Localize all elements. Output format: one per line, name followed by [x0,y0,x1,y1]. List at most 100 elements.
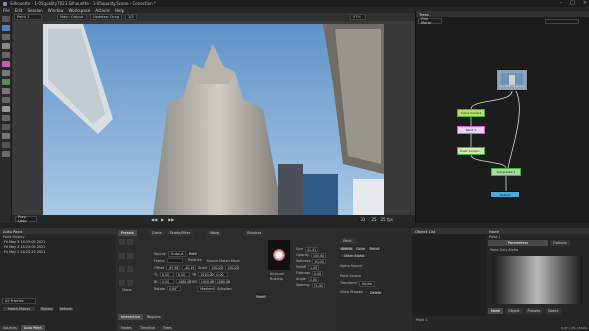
menu-actions[interactable]: Actions [95,8,110,13]
zoom-select[interactable]: 57% [350,14,366,20]
tab-auto-paint[interactable]: Auto Paint [20,325,45,331]
transform-tool-icon[interactable] [2,25,10,31]
frame-field[interactable] [166,258,183,263]
rotate-field[interactable]: 0.00° [167,286,182,291]
tab-sources[interactable]: Sources [0,325,20,331]
paint-brush-icon[interactable] [2,61,10,67]
tab-object[interactable]: Object [505,308,523,314]
dodge-tool-icon[interactable] [2,106,10,112]
menu-workspace[interactable]: Workspace [69,8,91,13]
hold-button[interactable]: Hold [187,251,198,256]
tl-x-field[interactable]: 0.00 [159,272,174,277]
play-mode-select[interactable]: Play: Loop [15,215,37,223]
buildup-checkbox[interactable]: Buildup [270,277,284,281]
viewer[interactable] [12,21,415,222]
scale-y-field[interactable]: 100.00 [225,265,240,270]
tab-regions[interactable]: Regions [143,314,164,320]
clone-tool-icon[interactable] [2,70,10,76]
tab-brushes[interactable]: Brushes [244,230,265,236]
burn-tool-icon[interactable] [2,115,10,121]
tab-options[interactable]: Options [550,240,570,246]
preset-swatch[interactable] [127,279,133,286]
select-tool-icon[interactable] [2,16,10,22]
tr-x-field[interactable]: 1920.00 [198,272,214,277]
size-field[interactable]: 41.41 [304,247,319,252]
reset-button[interactable]: Reset [254,294,268,299]
airbrush-checkbox[interactable]: Airbrush [270,272,284,276]
update-select[interactable]: Updates: Drag [90,14,122,20]
zoom-tool-icon[interactable] [2,124,10,130]
color-mode-button[interactable]: Color [354,246,367,251]
preset-swatch[interactable] [127,252,133,259]
transform-select[interactable]: Alpha [358,281,376,287]
menu-session[interactable]: Session [27,8,42,13]
br-x-field[interactable]: 1920.00 [198,279,214,284]
subpixel-checkbox[interactable]: Subpixel [217,287,231,291]
preset-swatch[interactable] [127,239,133,245]
preset-swatch[interactable] [127,266,133,272]
scale-x-field[interactable]: 100.00 [209,265,224,270]
menu-edit[interactable]: Edit [15,8,23,13]
offset-y-field[interactable]: -40.19 [182,265,197,270]
object-item[interactable]: Paint 1 [412,316,486,324]
relative-checkbox[interactable]: Relative [188,258,202,262]
close-icon[interactable]: × [583,0,587,6]
tab-nodes[interactable]: Nodes [118,325,135,331]
tab-warp[interactable]: Warp [207,230,223,236]
tab-trees[interactable]: Trees [159,325,175,331]
opacity-field[interactable]: 100.00 [311,253,327,258]
tab-presets-bottom[interactable]: Presets [524,308,544,314]
tracker-tool-icon[interactable] [2,151,10,157]
smudge-tool-icon[interactable] [2,88,10,94]
output-select[interactable]: Main: Output [57,14,87,20]
detail-mode-button[interactable]: Detail [368,246,381,251]
tl-y-field[interactable]: 0.00 [175,272,190,277]
spacing-field[interactable]: 75.00 [311,283,325,288]
replay-button[interactable]: Replay [39,306,55,312]
menu-window[interactable]: Window [48,8,64,13]
layer-select[interactable]: Paint 1 [14,14,42,20]
show-shapes-checkbox[interactable]: Show Shapes [340,290,363,295]
rewind-icon[interactable]: ◀◀ [151,217,157,222]
shape-tool-icon[interactable] [2,34,10,40]
blur-tool-icon[interactable] [2,97,10,103]
history-item[interactable]: Fri May 5 14:23:25 2021 [4,250,116,255]
source-select[interactable]: Output [167,250,186,257]
softness-field[interactable]: 50.00 [312,259,326,264]
xspline-tool-icon[interactable] [2,52,10,58]
angle-field[interactable]: 0.00 [307,277,319,282]
brush-preview[interactable] [268,240,290,270]
tab-parameters[interactable]: Parameters [488,240,548,246]
preset-swatch[interactable] [119,252,125,259]
tab-grade-filter[interactable]: Grade/Filter [166,230,194,236]
br-y-field[interactable]: 1080.00 [214,279,230,284]
other-alpha-button[interactable]: Other Alpha [340,253,368,258]
eyedropper-icon[interactable] [2,142,10,148]
fast-forward-icon[interactable]: ▶▶ [168,217,174,222]
eraser-icon[interactable] [2,79,10,85]
tab-presets[interactable]: Presets [118,230,137,236]
end-frame[interactable]: 25 [371,217,376,222]
tr-y-field[interactable]: 0.00 [214,272,229,277]
frames-select[interactable]: All Frames [2,298,36,304]
flatness-field[interactable]: 0.00 [312,271,324,276]
bspline-tool-icon[interactable] [2,43,10,49]
blend-select[interactable]: Masked [197,285,216,292]
source-match-move-label[interactable]: Source Match Move [207,259,240,263]
paint-only-alpha-field[interactable]: Paint Only Alpha [486,246,589,254]
tab-notes[interactable]: Notes [545,308,562,314]
menu-file[interactable]: File [3,8,10,13]
preset-swatch[interactable] [119,239,125,245]
bl-x-field[interactable]: 0.00 [160,279,175,284]
bl-y-field[interactable]: 1080.00 [176,279,191,284]
tab-clone[interactable]: Clone [148,230,165,236]
delete-button[interactable]: Delete [368,290,383,295]
match-moves-button[interactable]: Match Moves [2,306,36,312]
current-frame[interactable]: 32 [358,216,368,222]
tab-timeline[interactable]: Timeline [136,325,158,331]
pan-tool-icon[interactable] [2,133,10,139]
offset-x-field[interactable]: -97.58 [166,265,181,270]
viewer-image[interactable] [43,24,384,215]
maximize-icon[interactable]: □ [570,0,575,6]
preset-swatch[interactable] [119,279,125,286]
